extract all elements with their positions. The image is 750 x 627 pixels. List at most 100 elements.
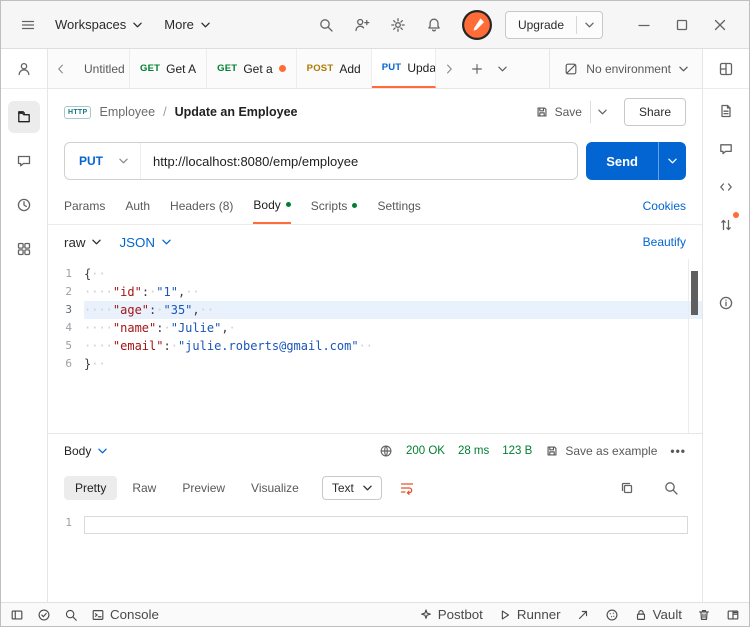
tab-auth[interactable]: Auth xyxy=(125,187,150,224)
request-name[interactable]: Update an Employee xyxy=(175,105,298,119)
url-input[interactable]: http://localhost:8080/emp/employee xyxy=(141,154,577,169)
whitespace: ·· xyxy=(199,303,215,317)
request-body-editor[interactable]: 1 {·· 2 ····"id":·"1",·· 3 ····"age":·"3… xyxy=(48,259,702,434)
comments-button[interactable] xyxy=(710,133,742,165)
language-selector[interactable]: JSON xyxy=(119,235,171,250)
beautify-link[interactable]: Beautify xyxy=(643,235,686,249)
tab-settings[interactable]: Settings xyxy=(377,187,420,224)
response-more-button[interactable]: ••• xyxy=(670,444,686,458)
editor-line[interactable]: 5 ····"email":·"julie.roberts@gmail.com"… xyxy=(48,337,702,355)
new-tab-button[interactable] xyxy=(462,49,492,88)
response-tab-pretty[interactable]: Pretty xyxy=(64,476,118,500)
minimize-button[interactable] xyxy=(627,10,661,40)
notifications-button[interactable] xyxy=(419,10,449,40)
search-response-button[interactable] xyxy=(656,473,686,503)
close-button[interactable] xyxy=(703,10,737,40)
editor-line[interactable]: 1 {·· xyxy=(48,265,702,283)
two-pane-view-button[interactable] xyxy=(726,608,740,622)
method-selector[interactable]: PUT xyxy=(65,143,141,179)
invite-user-button[interactable] xyxy=(347,10,377,40)
runner-button[interactable]: Runner xyxy=(498,607,561,622)
workspaces-menu[interactable]: Workspaces xyxy=(45,11,152,38)
clock-icon xyxy=(17,198,31,212)
editor-line-current[interactable]: 3 ····"age":·"35",·· xyxy=(48,301,702,319)
open-new-menu-button[interactable] xyxy=(492,49,514,88)
send-button[interactable]: Send xyxy=(586,142,658,180)
sidebar-item-history[interactable] xyxy=(8,189,40,221)
cookies-button[interactable] xyxy=(605,608,619,622)
response-view-label: Body xyxy=(64,444,92,458)
tab-headers[interactable]: Headers (8) xyxy=(170,187,233,224)
sidebar-item-comments[interactable] xyxy=(8,145,40,177)
save-as-example-label: Save as example xyxy=(565,444,658,458)
chevron-left-icon xyxy=(58,64,63,73)
tab-params[interactable]: Params xyxy=(64,187,105,224)
trash-button[interactable] xyxy=(697,608,711,622)
editor-line[interactable]: 2 ····"id":·"1",·· xyxy=(48,283,702,301)
send-options-button[interactable] xyxy=(658,142,686,180)
request-tab-untitled[interactable]: Untitled xyxy=(74,49,130,88)
response-content-line[interactable] xyxy=(84,516,688,534)
save-as-example-button[interactable]: Save as example xyxy=(545,444,657,458)
main-menu-button[interactable] xyxy=(13,10,43,40)
save-button[interactable]: Save xyxy=(527,100,590,124)
code-snippet-button[interactable] xyxy=(710,171,742,203)
cookies-link[interactable]: Cookies xyxy=(643,199,686,213)
request-tab-update-active[interactable]: PUT Updat xyxy=(371,49,436,88)
toggle-sidebar-button[interactable] xyxy=(10,608,24,622)
environment-selector[interactable]: No environment xyxy=(549,49,702,88)
whitespace: ·· xyxy=(185,285,200,299)
status-badge[interactable]: 200 OK xyxy=(406,445,445,457)
response-tab-preview[interactable]: Preview xyxy=(171,476,236,500)
response-time[interactable]: 28 ms xyxy=(458,445,489,457)
sidebar-item-collections[interactable] xyxy=(8,101,40,133)
postbot-button[interactable]: Postbot xyxy=(419,607,483,622)
request-tab-get-a-unsaved[interactable]: GET Get a xyxy=(207,49,297,88)
response-tab-raw[interactable]: Raw xyxy=(121,476,167,500)
response-format-selector[interactable]: Text xyxy=(321,476,382,500)
history-forward-button[interactable] xyxy=(436,49,462,88)
history-back-button[interactable] xyxy=(48,49,74,88)
scripts-set-dot xyxy=(352,203,358,208)
response-tab-visualize[interactable]: Visualize xyxy=(240,476,310,500)
breadcrumb-collection[interactable]: Employee xyxy=(99,105,155,119)
more-menu[interactable]: More xyxy=(154,11,220,38)
console-button[interactable]: Console xyxy=(91,607,159,622)
find-replace-button[interactable] xyxy=(64,608,78,622)
capture-requests-button[interactable] xyxy=(576,608,590,622)
breadcrumb-separator: / xyxy=(163,105,167,119)
search-button[interactable] xyxy=(311,10,341,40)
editor-line[interactable]: 6 }·· xyxy=(48,355,702,373)
postman-logo[interactable] xyxy=(461,9,493,41)
sidebar-item-apps[interactable] xyxy=(8,233,40,265)
vault-button[interactable]: Vault xyxy=(634,607,682,622)
tab-body[interactable]: Body xyxy=(253,187,291,224)
copy-response-button[interactable] xyxy=(612,473,642,503)
editor-line[interactable]: 4 ····"name":·"Julie",· xyxy=(48,319,702,337)
settings-button[interactable] xyxy=(383,10,413,40)
json-punctuation: , xyxy=(192,303,200,317)
plus-icon xyxy=(471,63,482,74)
whitespace: ·· xyxy=(91,357,106,371)
related-requests-button[interactable] xyxy=(710,209,742,241)
request-tab-get-a[interactable]: GET Get A xyxy=(130,49,208,88)
connection-status-button[interactable] xyxy=(37,608,51,622)
maximize-button[interactable] xyxy=(665,10,699,40)
main-panel: Untitled GET Get A GET Get a POST Add PU… xyxy=(48,49,702,602)
body-type-selector[interactable]: raw xyxy=(64,235,102,250)
editor-scrollbar-thumb[interactable] xyxy=(691,271,698,315)
upgrade-dropdown-button[interactable] xyxy=(576,15,602,34)
layout-grid-button[interactable] xyxy=(711,54,741,84)
response-view-selector[interactable]: Body xyxy=(64,444,108,458)
response-size[interactable]: 123 B xyxy=(502,445,532,457)
request-tab-add[interactable]: POST Add xyxy=(297,49,372,88)
info-button[interactable] xyxy=(710,287,742,319)
tab-scripts[interactable]: Scripts xyxy=(311,187,358,224)
documentation-button[interactable] xyxy=(710,95,742,127)
tab-label: Get a xyxy=(243,61,273,76)
wrap-lines-button[interactable] xyxy=(394,475,420,501)
save-options-button[interactable] xyxy=(589,101,614,123)
share-button[interactable]: Share xyxy=(623,98,686,126)
upgrade-button[interactable]: Upgrade xyxy=(506,12,576,38)
account-button[interactable] xyxy=(9,54,39,84)
